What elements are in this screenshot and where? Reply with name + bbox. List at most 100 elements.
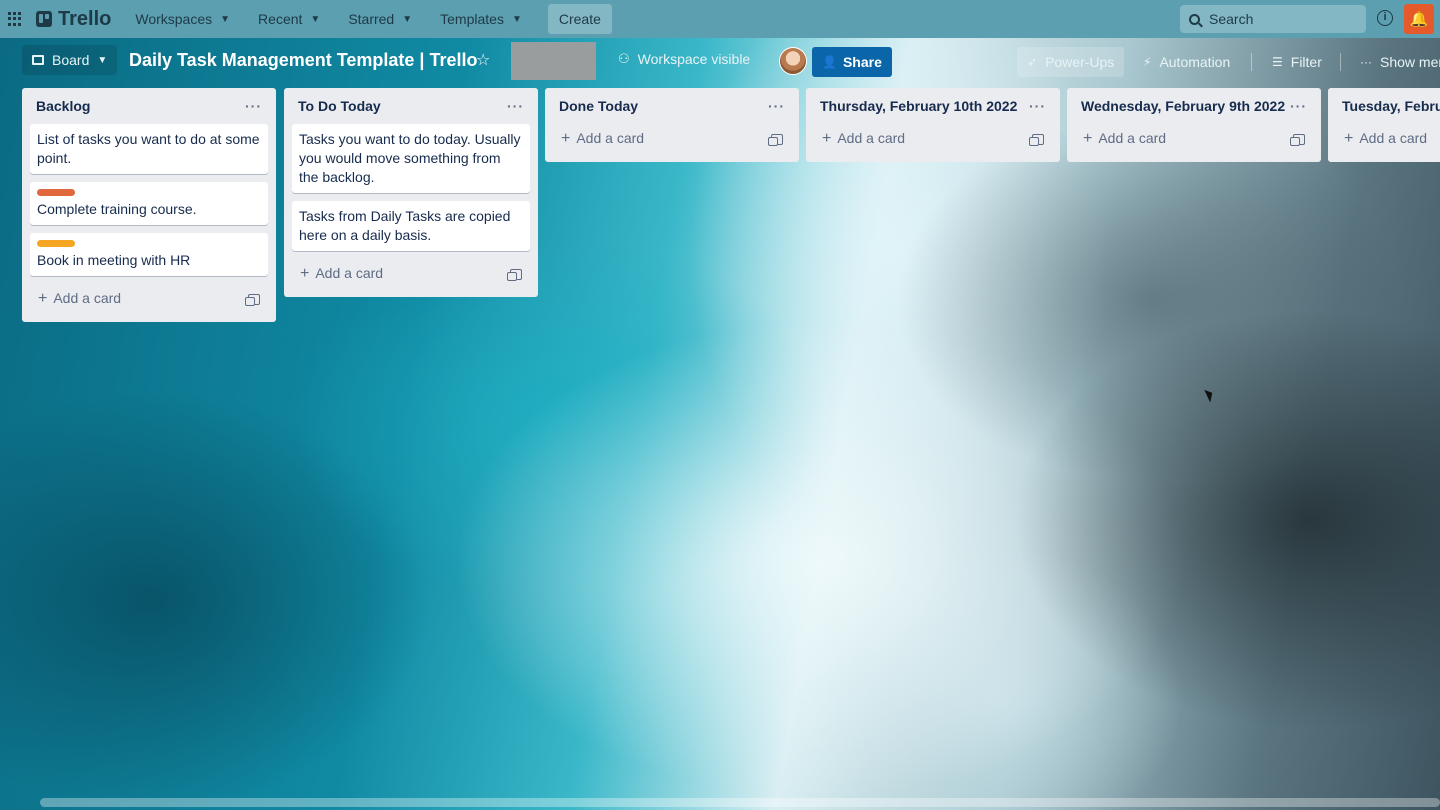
card[interactable]: Tasks you want to do today. Usually you … bbox=[292, 124, 530, 193]
plus-icon: + bbox=[822, 130, 832, 147]
search-input[interactable]: Search bbox=[1180, 5, 1366, 33]
card-label[interactable] bbox=[37, 189, 75, 196]
card[interactable]: Book in meeting with HR bbox=[30, 233, 268, 276]
show-menu-button[interactable]: ··· Show menu bbox=[1350, 47, 1440, 77]
top-nav-bar: Trello Workspaces ▼ Recent ▼ Starred ▼ T… bbox=[0, 0, 1440, 38]
add-user-icon: 👤 bbox=[822, 55, 837, 69]
card[interactable]: Tasks from Daily Tasks are copied here o… bbox=[292, 201, 530, 251]
card-title: Complete training course. bbox=[37, 201, 197, 217]
plus-icon: + bbox=[1083, 130, 1093, 147]
add-card-label: Add a card bbox=[837, 130, 906, 146]
card[interactable]: Complete training course. bbox=[30, 182, 268, 225]
power-ups-label: Power-Ups bbox=[1045, 54, 1115, 70]
list-title[interactable]: Thursday, February 10th 2022 bbox=[820, 98, 1017, 114]
card-title: Tasks you want to do today. Usually you … bbox=[299, 131, 521, 185]
power-ups-button[interactable]: ➶ Power-Ups bbox=[1017, 47, 1125, 77]
card-title: List of tasks you want to do at some poi… bbox=[37, 131, 260, 166]
notification-bell-icon[interactable]: 🔔 bbox=[1404, 4, 1434, 34]
list-header[interactable]: Tuesday, February 8th 2022 bbox=[1336, 88, 1440, 124]
add-card-label: Add a card bbox=[576, 130, 645, 146]
list-done-today: Done Today ··· + Add a card bbox=[545, 88, 799, 162]
chevron-down-icon: ▼ bbox=[310, 13, 321, 25]
list-thursday: Thursday, February 10th 2022 ··· + Add a … bbox=[806, 88, 1060, 162]
board-view-label: Board bbox=[52, 52, 90, 68]
share-button[interactable]: 👤 Share bbox=[812, 47, 892, 77]
create-button[interactable]: Create bbox=[547, 4, 612, 34]
add-card-button[interactable]: + Add a card bbox=[553, 124, 791, 154]
card-template-icon[interactable] bbox=[1290, 133, 1305, 146]
add-card-label: Add a card bbox=[53, 290, 122, 306]
add-card-button[interactable]: + Add a card bbox=[814, 124, 1052, 154]
filter-button[interactable]: ☰ Filter bbox=[1262, 47, 1332, 77]
chevron-down-icon: ▼ bbox=[220, 13, 231, 25]
card[interactable]: List of tasks you want to do at some poi… bbox=[30, 124, 268, 174]
list-header[interactable]: To Do Today ··· bbox=[292, 88, 530, 124]
list-menu-icon[interactable]: ··· bbox=[245, 98, 262, 114]
plus-icon: + bbox=[300, 265, 310, 282]
add-card-label: Add a card bbox=[1359, 130, 1428, 146]
divider bbox=[1340, 53, 1341, 71]
card-title: Tasks from Daily Tasks are copied here o… bbox=[299, 208, 511, 243]
list-menu-icon[interactable]: ··· bbox=[768, 98, 785, 114]
list-title[interactable]: Wednesday, February 9th 2022 bbox=[1081, 98, 1285, 114]
nav-starred[interactable]: Starred ▼ bbox=[344, 4, 416, 34]
search-placeholder: Search bbox=[1209, 11, 1254, 27]
add-card-button[interactable]: + Add a card bbox=[292, 259, 530, 289]
mouse-cursor-icon bbox=[1204, 387, 1216, 403]
card-label[interactable] bbox=[37, 240, 75, 247]
rocket-icon: ➶ bbox=[1027, 55, 1038, 69]
chevron-down-icon: ▼ bbox=[97, 54, 108, 66]
more-icon: ··· bbox=[1360, 55, 1372, 69]
list-header[interactable]: Done Today ··· bbox=[553, 88, 791, 124]
add-card-button[interactable]: + Add a card bbox=[30, 284, 268, 314]
share-label: Share bbox=[842, 54, 882, 70]
board-icon bbox=[32, 55, 44, 65]
star-icon[interactable]: ☆ bbox=[476, 50, 490, 70]
plus-icon: + bbox=[38, 290, 48, 307]
search-icon bbox=[1189, 13, 1200, 25]
list-title[interactable]: To Do Today bbox=[298, 98, 381, 114]
list-header[interactable]: Backlog ··· bbox=[30, 88, 268, 124]
card-template-icon[interactable] bbox=[507, 268, 522, 281]
info-icon[interactable]: i bbox=[1377, 10, 1393, 26]
nav-label: Recent bbox=[258, 11, 303, 27]
avatar[interactable] bbox=[779, 47, 807, 75]
nav-workspaces[interactable]: Workspaces ▼ bbox=[131, 4, 234, 34]
divider bbox=[1251, 53, 1252, 71]
card-title: Book in meeting with HR bbox=[37, 252, 191, 268]
automation-button[interactable]: ⚡ Automation bbox=[1133, 47, 1240, 77]
add-card-button[interactable]: + Add a card bbox=[1336, 124, 1432, 154]
list-header[interactable]: Thursday, February 10th 2022 ··· bbox=[814, 88, 1052, 124]
list-menu-icon[interactable]: ··· bbox=[1290, 98, 1307, 114]
visibility-label: Workspace visible bbox=[637, 51, 751, 67]
list-menu-icon[interactable]: ··· bbox=[1029, 98, 1046, 114]
redacted-box bbox=[511, 42, 596, 80]
list-tuesday: Tuesday, February 8th 2022 + Add a card bbox=[1328, 88, 1440, 162]
trello-logo-icon bbox=[36, 11, 52, 27]
card-template-icon[interactable] bbox=[1029, 133, 1044, 146]
list-title[interactable]: Backlog bbox=[36, 98, 90, 114]
list-title[interactable]: Tuesday, February 8th 2022 bbox=[1342, 98, 1440, 114]
plus-icon: + bbox=[1344, 130, 1354, 147]
app-switcher-icon[interactable] bbox=[8, 12, 22, 26]
list-title[interactable]: Done Today bbox=[559, 98, 638, 114]
trello-logo[interactable]: Trello bbox=[36, 8, 111, 31]
list-menu-icon[interactable]: ··· bbox=[507, 98, 524, 114]
board-title[interactable]: Daily Task Management Template | Trello bbox=[129, 50, 477, 71]
automation-label: Automation bbox=[1159, 54, 1231, 70]
logo-text: Trello bbox=[58, 7, 112, 30]
nav-recent[interactable]: Recent ▼ bbox=[254, 4, 324, 34]
nav-templates[interactable]: Templates ▼ bbox=[436, 4, 526, 34]
filter-icon: ☰ bbox=[1272, 55, 1283, 69]
card-template-icon[interactable] bbox=[768, 133, 783, 146]
add-card-label: Add a card bbox=[1098, 130, 1167, 146]
card-template-icon[interactable] bbox=[245, 293, 260, 306]
nav-label: Templates bbox=[440, 11, 504, 27]
board-view-switcher[interactable]: Board ▼ bbox=[22, 45, 118, 75]
list-header[interactable]: Wednesday, February 9th 2022 ··· bbox=[1075, 88, 1313, 124]
chevron-down-icon: ▼ bbox=[511, 13, 522, 25]
workspace-visibility-button[interactable]: ⚇ Workspace visible bbox=[618, 51, 750, 67]
horizontal-scrollbar[interactable] bbox=[40, 798, 1440, 807]
nav-label: Workspaces bbox=[135, 11, 213, 27]
add-card-button[interactable]: + Add a card bbox=[1075, 124, 1313, 154]
